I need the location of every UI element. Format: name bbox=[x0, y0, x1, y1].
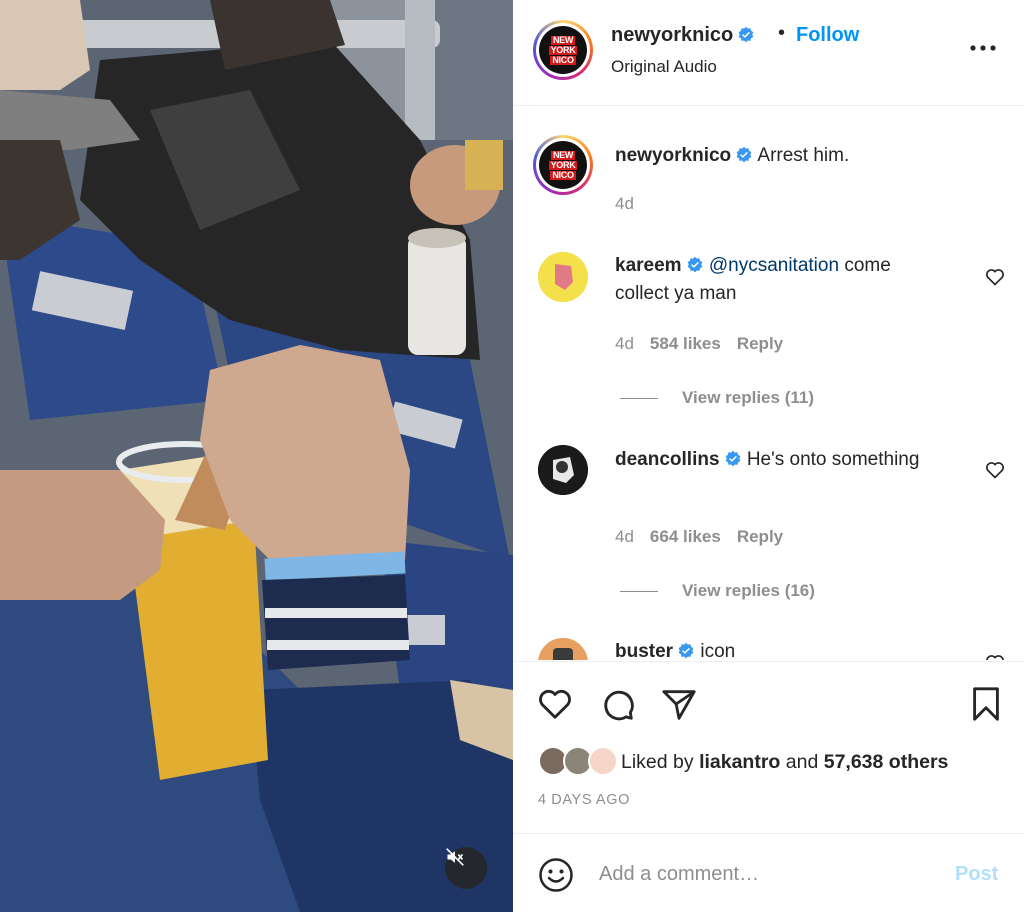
heart-icon[interactable] bbox=[985, 653, 1005, 660]
post-date: 4 DAYS AGO bbox=[538, 792, 630, 808]
comment-time: 4d bbox=[615, 334, 634, 353]
comment-author[interactable]: buster bbox=[615, 641, 673, 660]
comment-author[interactable]: deancollins bbox=[615, 449, 720, 470]
caption-author-avatar[interactable]: NEW YORK NICO bbox=[533, 135, 593, 195]
video-frame-illustration bbox=[0, 0, 513, 912]
heart-icon[interactable] bbox=[985, 460, 1005, 480]
bookmark-icon[interactable] bbox=[967, 685, 1005, 723]
heart-icon[interactable] bbox=[536, 685, 574, 723]
post-header: NEW YORK NICO newyorknico • Follow Origi… bbox=[513, 0, 1024, 106]
comment-avatar-buster[interactable] bbox=[538, 638, 588, 660]
reply-button[interactable]: Reply bbox=[737, 334, 783, 353]
comment-input[interactable] bbox=[599, 854, 929, 894]
comment-avatar-deancollins[interactable] bbox=[538, 445, 588, 495]
comment-time: 4d bbox=[615, 527, 634, 546]
view-replies-button[interactable]: View replies (11) bbox=[620, 388, 814, 408]
caption-text: Arrest him. bbox=[757, 145, 850, 166]
post-video[interactable] bbox=[0, 0, 513, 912]
add-comment-bar: Post bbox=[513, 833, 1024, 912]
author-username[interactable]: newyorknico bbox=[611, 24, 755, 47]
kareem-avatar-image bbox=[538, 252, 588, 302]
more-options-icon[interactable] bbox=[967, 36, 999, 60]
comment-avatar-kareem[interactable] bbox=[538, 252, 588, 302]
author-avatar[interactable]: NEW YORK NICO bbox=[533, 20, 593, 80]
comment-meta: 4d 664 likes Reply bbox=[615, 527, 783, 547]
newyorknico-logo: NEW YORK NICO bbox=[539, 26, 587, 74]
likes-summary[interactable]: Liked by liakantro and 57,638 others bbox=[621, 751, 948, 774]
verified-badge-icon bbox=[678, 642, 694, 659]
caption-time: 4d bbox=[615, 194, 634, 213]
comment-likes[interactable]: 584 likes bbox=[650, 334, 721, 353]
original-audio-link[interactable]: Original Audio bbox=[611, 57, 717, 77]
likes-others[interactable]: 57,638 others bbox=[824, 751, 949, 773]
heart-icon[interactable] bbox=[985, 267, 1005, 287]
mention-link[interactable]: @nycsanitation bbox=[709, 255, 839, 276]
post-details-panel: NEW YORK NICO newyorknico • Follow Origi… bbox=[513, 0, 1024, 912]
follow-button[interactable]: Follow bbox=[796, 24, 859, 47]
verified-badge-icon bbox=[725, 450, 740, 467]
reply-button[interactable]: Reply bbox=[737, 527, 783, 546]
comment-body: buster icon bbox=[615, 638, 945, 660]
smiley-icon[interactable] bbox=[538, 857, 574, 893]
verified-badge-icon bbox=[738, 26, 754, 43]
view-replies-button[interactable]: View replies (16) bbox=[620, 581, 815, 601]
post-actions: Liked by liakantro and 57,638 others 4 D… bbox=[513, 661, 1024, 833]
comment-body: deancollins He's onto something bbox=[615, 446, 945, 474]
comment-body: kareem @nycsanitation come collect ya ma… bbox=[615, 252, 945, 308]
deancollins-avatar-image bbox=[538, 445, 588, 495]
caption-author[interactable]: newyorknico bbox=[615, 145, 731, 166]
comments-list[interactable]: NEW YORK NICO newyorknico Arrest him. 4d… bbox=[513, 107, 1024, 660]
caption: newyorknico Arrest him. bbox=[615, 142, 945, 170]
divider-line bbox=[620, 398, 658, 400]
paper-plane-icon[interactable] bbox=[660, 685, 698, 723]
liker-username[interactable]: liakantro bbox=[699, 751, 780, 773]
verified-badge-icon bbox=[736, 146, 752, 163]
comment-bubble-icon[interactable] bbox=[599, 685, 637, 723]
comment-author[interactable]: kareem bbox=[615, 255, 682, 276]
comment-text: icon bbox=[700, 641, 736, 660]
separator-dot: • bbox=[778, 22, 786, 44]
liker-avatar bbox=[588, 746, 618, 776]
mute-button[interactable] bbox=[445, 847, 487, 889]
verified-badge-icon bbox=[687, 256, 702, 273]
post-button[interactable]: Post bbox=[955, 863, 998, 886]
divider-line bbox=[620, 591, 658, 593]
buster-avatar-image bbox=[538, 638, 588, 660]
comment-text: He's onto something bbox=[746, 449, 920, 470]
newyorknico-logo: NEW YORK NICO bbox=[539, 141, 587, 189]
comment-meta: 4d 584 likes Reply bbox=[615, 334, 783, 354]
liked-by-avatars bbox=[538, 746, 618, 778]
speaker-muted-icon bbox=[446, 848, 464, 866]
comment-likes[interactable]: 664 likes bbox=[650, 527, 721, 546]
